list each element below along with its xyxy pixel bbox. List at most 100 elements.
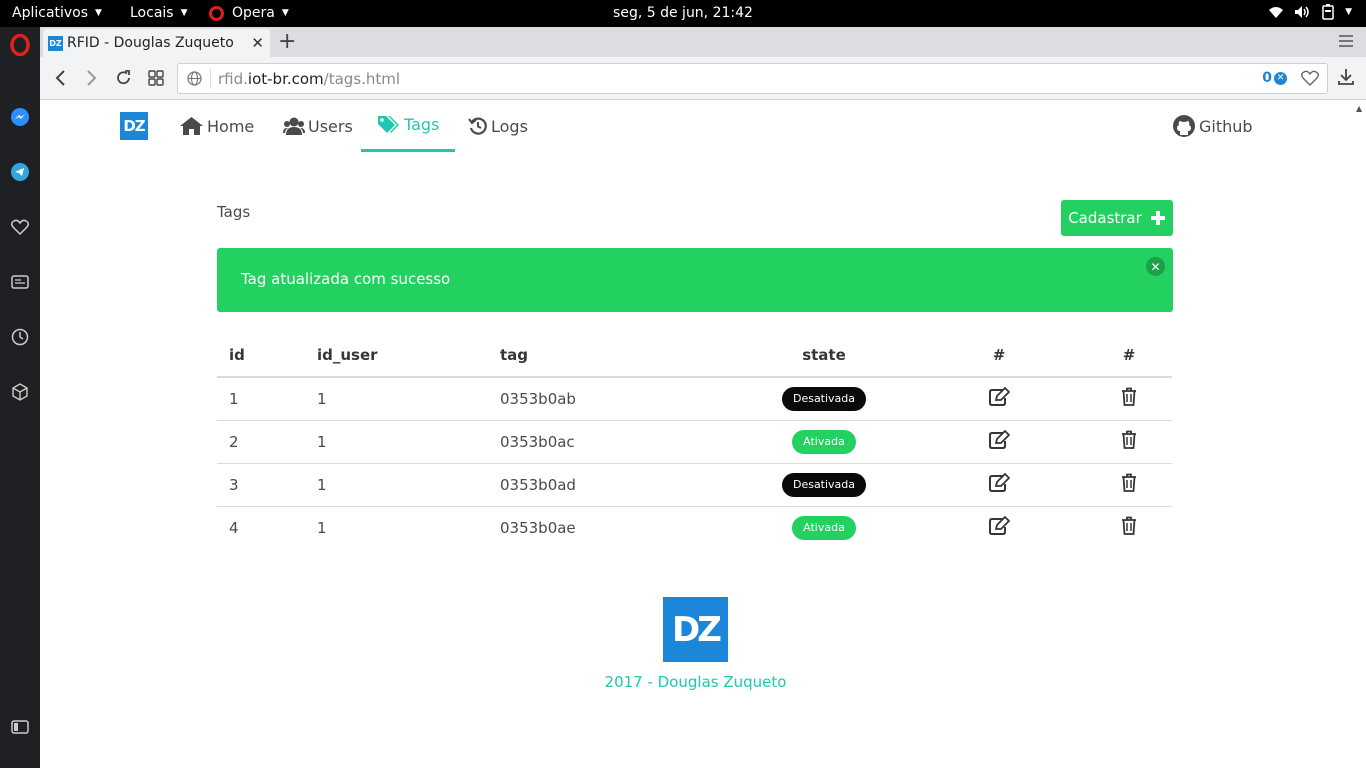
- success-notification: Tag atualizada com sucesso ✕: [217, 248, 1173, 312]
- tags-table: id id_user tag state # # 1 1 0353b0ab De…: [217, 334, 1172, 549]
- sidebar-toggle-button[interactable]: [10, 717, 30, 737]
- edit-icon[interactable]: [988, 515, 1010, 536]
- forward-button[interactable]: [82, 68, 102, 88]
- bookmarks-button[interactable]: [10, 217, 30, 237]
- column-header-id: id: [217, 334, 305, 378]
- tab-strip: DZ RFID - Douglas Zuqueto ✕ +: [40, 27, 1366, 57]
- download-icon: [1338, 69, 1354, 85]
- trash-icon[interactable]: [1121, 473, 1137, 492]
- cube-icon: [12, 383, 28, 401]
- footer-logo: DZ: [663, 597, 728, 662]
- chevron-down-icon: ▼: [1345, 7, 1352, 17]
- column-header-id-user: id_user: [305, 334, 488, 378]
- nav-github[interactable]: Github: [1172, 100, 1253, 152]
- messenger-icon: [11, 108, 29, 126]
- scroll-up-icon[interactable]: ▲: [1356, 104, 1362, 113]
- news-button[interactable]: [10, 272, 30, 292]
- site-logo[interactable]: DZ: [120, 112, 148, 140]
- forward-arrow-icon: [87, 70, 97, 86]
- home-icon: [180, 117, 203, 135]
- users-icon: [283, 117, 305, 135]
- notification-text: Tag atualizada com sucesso: [241, 270, 451, 288]
- nav-github-label: Github: [1199, 116, 1253, 136]
- new-tab-button[interactable]: +: [278, 29, 296, 54]
- nav-logs-label: Logs: [491, 116, 528, 136]
- add-tag-button[interactable]: Cadastrar: [1061, 200, 1173, 236]
- nav-logs[interactable]: Logs: [468, 100, 528, 152]
- cell-edit: [912, 377, 1086, 421]
- cell-state: Desativada: [736, 377, 912, 421]
- reload-icon: [117, 70, 130, 85]
- cell-tag: 0353b0ac: [488, 420, 736, 464]
- back-button[interactable]: [50, 68, 70, 88]
- system-tray[interactable]: ▼: [1268, 4, 1352, 20]
- speed-dial-button[interactable]: [146, 68, 166, 88]
- close-tab-icon[interactable]: ✕: [251, 34, 264, 52]
- messenger-button[interactable]: [10, 107, 30, 127]
- news-icon: [11, 275, 29, 289]
- trash-icon[interactable]: [1121, 430, 1137, 449]
- edit-icon[interactable]: [988, 386, 1010, 407]
- tab-title: RFID - Douglas Zuqueto: [67, 35, 234, 51]
- column-header-tag: tag: [488, 334, 736, 378]
- table-header-row: id id_user tag state # #: [217, 334, 1172, 378]
- ad-blocker-badge[interactable]: 0 ✕: [1262, 70, 1287, 86]
- cell-delete: [1086, 506, 1172, 549]
- trash-icon[interactable]: [1121, 516, 1137, 536]
- state-badge: Ativada: [792, 429, 856, 454]
- add-tag-button-label: Cadastrar: [1068, 209, 1142, 227]
- tab-menu-icon: [1339, 35, 1353, 47]
- clock-icon: [11, 328, 29, 346]
- address-bar[interactable]: rfid.iot-br.com/tags.html 0 ✕: [177, 63, 1328, 94]
- telegram-button[interactable]: [10, 162, 30, 182]
- url-host: iot-br.com: [247, 70, 324, 88]
- ad-blocker-count: 0: [1262, 70, 1272, 86]
- divider: [210, 69, 211, 89]
- navigation-bar: rfid.iot-br.com/tags.html 0 ✕: [40, 57, 1366, 100]
- cell-state: Ativada: [736, 420, 912, 464]
- nav-tags-label: Tags: [404, 115, 440, 134]
- cell-id-user: 1: [317, 518, 327, 537]
- sidebar-toggle-icon: [11, 720, 29, 734]
- downloads-button[interactable]: [1338, 68, 1354, 90]
- cell-edit: [912, 506, 1086, 549]
- state-badge: Desativada: [781, 472, 867, 497]
- opera-menu-button[interactable]: [10, 34, 30, 56]
- trash-icon[interactable]: [1121, 387, 1137, 407]
- heart-icon: [11, 219, 29, 235]
- reload-button[interactable]: [114, 68, 134, 88]
- history-button[interactable]: [10, 327, 30, 347]
- nav-tags[interactable]: Tags: [361, 100, 456, 152]
- cell-state: Desativada: [736, 463, 912, 507]
- ad-block-icon: ✕: [1274, 71, 1287, 85]
- extensions-button[interactable]: [10, 382, 30, 402]
- state-badge: Ativada: [792, 515, 856, 540]
- bookmark-heart-icon[interactable]: [1301, 70, 1319, 86]
- cell-id-user: 1: [305, 420, 488, 464]
- cell-tag: 0353b0ab: [488, 377, 736, 421]
- nav-users-label: Users: [308, 116, 353, 136]
- nav-users[interactable]: Users: [283, 100, 353, 152]
- cell-id-user: 1: [305, 463, 488, 507]
- close-icon[interactable]: ✕: [1146, 257, 1165, 276]
- opera-logo-icon: [10, 34, 30, 56]
- cell-tag: 0353b0ad: [488, 463, 736, 507]
- edit-icon[interactable]: [988, 472, 1010, 492]
- cell-id: 3: [217, 463, 305, 507]
- url-path: /tags.html: [323, 70, 401, 88]
- page-title: Tags: [217, 203, 251, 221]
- site-navbar: DZ Home Users Tags Logs Github: [120, 100, 1260, 152]
- browser-tab[interactable]: DZ RFID - Douglas Zuqueto ✕: [43, 29, 270, 57]
- system-top-bar: Aplicativos ▼ Locais ▼ Opera ▼ seg, 5 de ju…: [0, 0, 1366, 27]
- cell-id-user: 1: [305, 377, 488, 421]
- footer-credit[interactable]: 2017 - Douglas Zuqueto: [40, 673, 1351, 691]
- nav-home[interactable]: Home: [179, 100, 254, 152]
- tab-menu-button[interactable]: [1338, 33, 1354, 52]
- cell-id: 2: [217, 420, 305, 464]
- clock[interactable]: seg, 5 de jun, 21:42: [0, 5, 1366, 21]
- history-icon: [468, 117, 487, 135]
- page-scrollbar[interactable]: ▲: [1354, 100, 1366, 768]
- cell-edit: [912, 420, 1086, 464]
- edit-icon[interactable]: [988, 429, 1010, 449]
- cell-id: 1: [217, 377, 305, 421]
